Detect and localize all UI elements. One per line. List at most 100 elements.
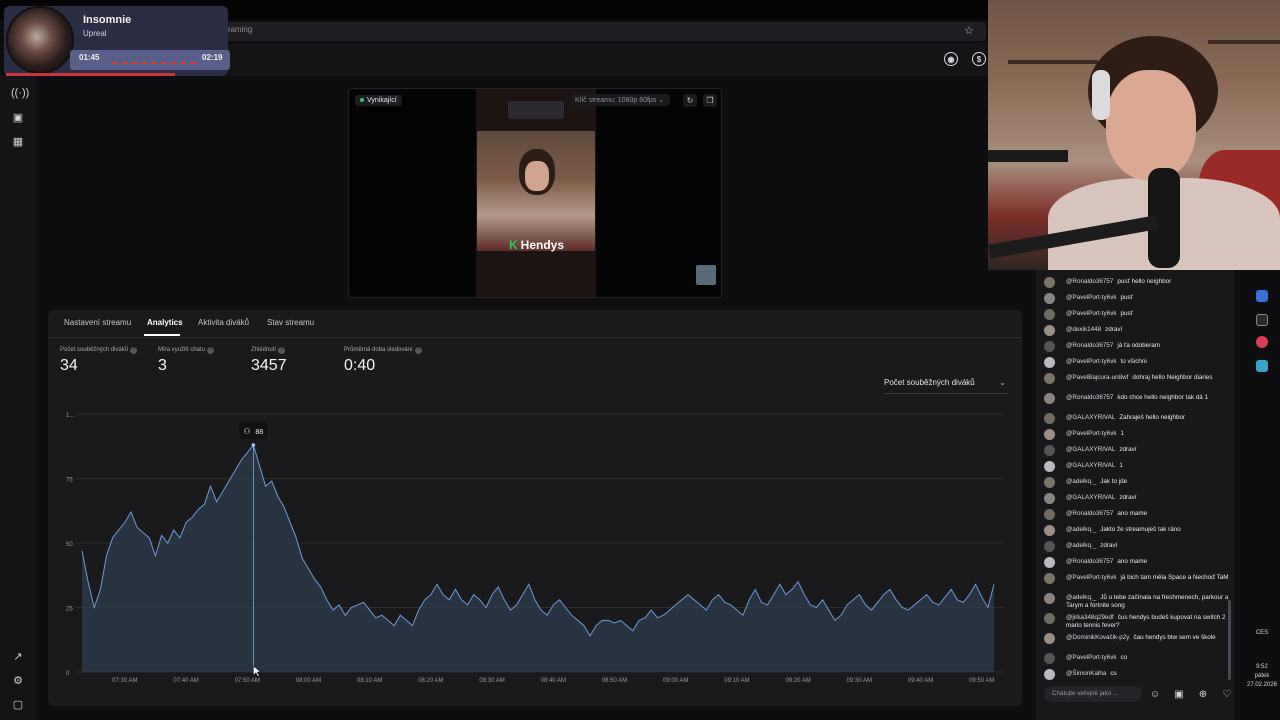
external-link-icon[interactable]: ↗ <box>11 650 25 664</box>
chat-username[interactable]: @Ronaldo36757 <box>1066 278 1113 285</box>
bookmark-star-icon[interactable]: ☆ <box>964 24 974 37</box>
x-tick-label: 09:30 AM <box>847 678 872 684</box>
shelf <box>1208 40 1280 44</box>
app-root: eaming ☆ ◉ $ ((·)) ▣ ▦ ↗ ⚙ ▢ Insomnie Up… <box>0 0 1280 720</box>
avatar[interactable] <box>1044 341 1055 352</box>
chat-username[interactable]: @Ronaldo36757 <box>1066 342 1113 349</box>
chat-message-body: @Ronaldo36757 ano mame <box>1066 558 1232 566</box>
clock-time[interactable]: 9:52 <box>1244 664 1280 670</box>
chat-username[interactable]: @adelkq._ <box>1066 542 1096 549</box>
chat-username[interactable]: @DominikKovačik-p2y <box>1066 634 1129 641</box>
y-tick-label: 0 <box>66 671 70 677</box>
chat-username[interactable]: @PavelPort-ty6vk <box>1066 574 1117 581</box>
emoji-icon[interactable]: ☺ <box>1148 688 1162 701</box>
chat-username[interactable]: @PavelPort-ty6vk <box>1066 310 1117 317</box>
camera-icon[interactable]: ▣ <box>11 111 25 125</box>
health-dot-icon <box>360 98 364 103</box>
chat-message-body: @adelkq._ zdraví <box>1066 542 1232 550</box>
playback-track[interactable] <box>112 62 196 64</box>
chat-username[interactable]: @PavelBajcura-un8wf <box>1066 374 1128 381</box>
avatar[interactable] <box>1044 461 1055 472</box>
chat-username[interactable]: @GALAXYRIVAL <box>1066 414 1115 421</box>
chat-username[interactable]: @PavelPort-ty6vk <box>1066 654 1117 661</box>
add-icon[interactable]: ⊕ <box>1196 688 1210 701</box>
avatar[interactable] <box>1044 393 1055 404</box>
avatar[interactable] <box>1044 445 1055 456</box>
chat-text: Zahraješ hello neighbor <box>1119 414 1186 421</box>
app-icon[interactable] <box>1256 314 1268 326</box>
stream-key-dropdown[interactable]: Klíč streamu: 1080p 60fps ⌄ <box>569 94 671 106</box>
app-icon[interactable] <box>1256 360 1268 372</box>
chat-username[interactable]: @PavelPort-ty6vk <box>1066 430 1117 437</box>
chat-message-body: @ŠimonKalha cs <box>1066 670 1232 678</box>
avatar[interactable] <box>1044 277 1055 288</box>
avatar[interactable] <box>1044 669 1055 680</box>
calendar-icon[interactable]: ▦ <box>11 135 25 149</box>
chat-username[interactable]: @adelkq._ <box>1066 478 1096 485</box>
chat-input[interactable]: Chatujte veřejně jako ... <box>1044 686 1142 702</box>
gift-icon[interactable]: ▣ <box>1172 688 1186 701</box>
chat-username[interactable]: @adelkq._ <box>1066 526 1096 533</box>
avatar[interactable] <box>1044 573 1055 584</box>
chat-text: Jakto že streamuješ tak ráno <box>1100 526 1181 533</box>
x-tick-label: 08:00 AM <box>296 678 321 684</box>
heart-icon[interactable]: ♡ <box>1220 688 1234 701</box>
avatar[interactable] <box>1044 413 1055 424</box>
chat-username[interactable]: @GALAXYRIVAL <box>1066 462 1115 469</box>
chat-username[interactable]: @Ronaldo36757 <box>1066 510 1113 517</box>
avatar[interactable] <box>1044 509 1055 520</box>
face <box>1106 70 1196 180</box>
gear-icon[interactable]: ⚙ <box>11 674 25 688</box>
avatar[interactable] <box>1044 493 1055 504</box>
chat-text: zdraví <box>1100 542 1118 549</box>
chat-username[interactable]: @PavelPort-ty6vk <box>1066 358 1117 365</box>
camera-thumbnail[interactable] <box>696 265 716 285</box>
avatar[interactable] <box>1044 557 1055 568</box>
avatar[interactable] <box>1044 325 1055 336</box>
clock-day: pátek <box>1254 673 1270 679</box>
chat-message-body: @PavelPort-ty6vk pusť <box>1066 310 1232 318</box>
address-text: eaming <box>226 25 253 34</box>
feedback-icon[interactable]: ▢ <box>11 698 25 712</box>
chat-message-body: @PavelPort-ty6vk 1 <box>1066 430 1232 438</box>
copy-icon[interactable]: ❐ <box>703 94 717 107</box>
broadcast-icon[interactable]: ((·)) <box>11 86 29 100</box>
avatar[interactable] <box>1044 653 1055 664</box>
avatar[interactable] <box>1044 593 1055 604</box>
chat-username[interactable]: @Ronaldo36757 <box>1066 394 1113 401</box>
chat-panel: Chatujte veřejně jako ... ☺ ▣ ⊕ ♡ @Ronal… <box>1036 270 1234 720</box>
refresh-icon[interactable]: ↻ <box>683 94 697 107</box>
avatar[interactable] <box>1044 477 1055 488</box>
monetization-icon[interactable]: $ <box>972 52 986 66</box>
app-icon[interactable] <box>1256 336 1268 348</box>
chat-username[interactable]: @dexik1448 <box>1066 326 1101 333</box>
x-tick-label: 08:10 AM <box>357 678 382 684</box>
chat-username[interactable]: @ŠimonKalha <box>1066 670 1106 677</box>
stream-health-badge: Vynikající <box>355 95 402 106</box>
y-tick-label: 50 <box>66 542 73 548</box>
language-indicator[interactable]: CES <box>1244 630 1280 636</box>
clock-date: 27.02.2026 <box>1246 682 1278 688</box>
profile-icon[interactable]: ◉ <box>944 52 958 66</box>
app-icon[interactable] <box>1256 290 1268 302</box>
chat-username[interactable]: @GALAXYRIVAL <box>1066 446 1115 453</box>
chat-username[interactable]: @GALAXYRIVAL <box>1066 494 1115 501</box>
chat-username[interactable]: @jirka348q29edf <box>1066 614 1114 621</box>
chat-username[interactable]: @adelkq._ <box>1066 594 1096 601</box>
avatar[interactable] <box>1044 293 1055 304</box>
chat-username[interactable]: @PavelPort-ty6vk <box>1066 294 1117 301</box>
chat-text: já bich tam měla Space a Nechoď TaM <box>1120 574 1229 581</box>
avatar[interactable] <box>1044 525 1055 536</box>
stream-key-label: Klíč streamu: 1080p 60fps <box>575 97 657 104</box>
avatar[interactable] <box>1044 357 1055 368</box>
avatar[interactable] <box>1044 309 1055 320</box>
chat-username[interactable]: @Ronaldo36757 <box>1066 558 1113 565</box>
avatar[interactable] <box>1044 633 1055 644</box>
avatar[interactable] <box>1044 373 1055 384</box>
chat-message-body: @jirka348q29edf čus hendys budeš kupovat … <box>1066 614 1232 630</box>
x-tick-label: 09:20 AM <box>785 678 810 684</box>
avatar[interactable] <box>1044 613 1055 624</box>
x-tick-label: 08:40 AM <box>541 678 566 684</box>
avatar[interactable] <box>1044 541 1055 552</box>
avatar[interactable] <box>1044 429 1055 440</box>
